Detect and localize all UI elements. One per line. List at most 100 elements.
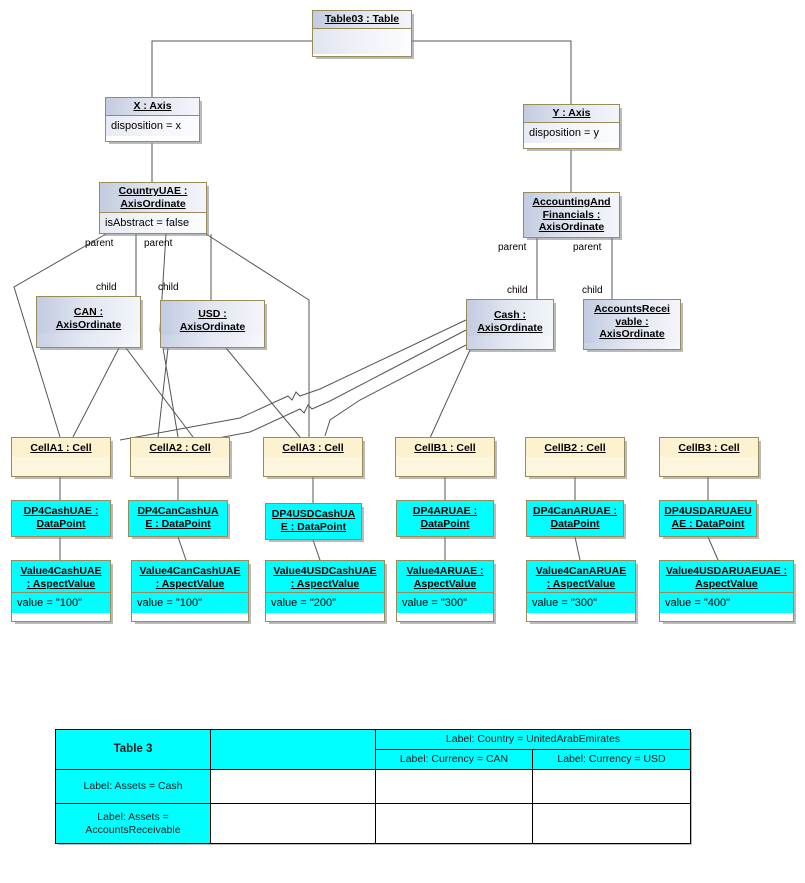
node-avA1-title: Value4CashUAE : AspectValue [12, 561, 110, 592]
node-cellA2-title: CellA2 : Cell [131, 438, 229, 457]
node-dpA2[interactable]: DP4CanCashUA E : DataPoint [128, 500, 228, 537]
edge-cash-cellA3 [324, 344, 467, 437]
node-cash-title: Cash : AxisOrdinate [467, 300, 553, 336]
node-avB2-title: Value4CanARUAE : AspectValue [527, 561, 635, 592]
table-spacer-cell [210, 729, 376, 770]
node-cellB2-body [526, 456, 624, 476]
node-table03-body [313, 27, 411, 54]
node-country-uae-attr: isAbstract = false [100, 212, 206, 233]
node-dpB2-title: DP4CanARUAE : DataPoint [527, 501, 623, 536]
edge-label-parent-cash: parent [498, 242, 527, 253]
table-row-header-accountsreceivable: Label: Assets = AccountsReceivable [55, 803, 211, 844]
edge-label-child-ar: child [582, 285, 603, 296]
table-cell [532, 803, 691, 844]
edge-can-cellA2b [125, 347, 194, 438]
node-dpA3-title: DP4USDCashUA E : DataPoint [266, 504, 361, 539]
node-cellB1-title: CellB1 : Cell [396, 438, 494, 457]
table-cell [375, 769, 533, 804]
node-accounting-financials[interactable]: AccountingAnd Financials : AxisOrdinate [523, 192, 620, 238]
node-avA2-attr: value = "100" [132, 592, 248, 613]
node-accounts-receivable[interactable]: AccountsRecei vable : AxisOrdinate [583, 299, 681, 350]
node-avB1-attr: value = "300" [397, 592, 493, 613]
node-avB3-title: Value4USDARUAEUAE : AspectValue [660, 561, 793, 592]
node-cellB2[interactable]: CellB2 : Cell [525, 437, 625, 477]
edge-label-parent-usd: parent [144, 238, 173, 249]
node-y-axis[interactable]: Y : Axis disposition = y [523, 104, 620, 149]
node-x-axis[interactable]: X : Axis disposition = x [105, 97, 200, 142]
table-cell [210, 769, 376, 804]
node-cash[interactable]: Cash : AxisOrdinate [466, 299, 554, 350]
node-cellB3[interactable]: CellB3 : Cell [659, 437, 759, 477]
node-y-axis-attr: disposition = y [524, 121, 619, 143]
node-cellB2-title: CellB2 : Cell [526, 438, 624, 457]
node-dpA1[interactable]: DP4CashUAE : DataPoint [11, 500, 111, 537]
node-avB3-attr: value = "400" [660, 592, 793, 613]
node-accounts-receivable-title: AccountsRecei vable : AxisOrdinate [584, 300, 680, 343]
table-row-header-cash: Label: Assets = Cash [55, 769, 211, 804]
table-row: Label: Assets = Cash [55, 769, 691, 804]
node-avA2-title: Value4CanCashUAE : AspectValue [132, 561, 248, 592]
node-cellA1-body [12, 456, 110, 476]
node-avB3[interactable]: Value4USDARUAEUAE : AspectValue value = … [659, 560, 794, 622]
node-avB1-title: Value4ARUAE : AspectValue [397, 561, 493, 592]
node-table03[interactable]: Table03 : Table [312, 10, 412, 57]
node-country-uae[interactable]: CountryUAE : AxisOrdinate isAbstract = f… [99, 182, 207, 234]
node-cellA1[interactable]: CellA1 : Cell [11, 437, 111, 477]
node-avA1[interactable]: Value4CashUAE : AspectValue value = "100… [11, 560, 111, 622]
node-x-axis-attr: disposition = x [106, 114, 199, 136]
node-usd-title: USD : AxisOrdinate [161, 301, 264, 335]
edge-label-child-cash: child [507, 285, 528, 296]
node-table03-title: Table03 : Table [313, 11, 411, 28]
node-cellA1-title: CellA1 : Cell [12, 438, 110, 457]
node-avB2[interactable]: Value4CanARUAE : AspectValue value = "30… [526, 560, 636, 622]
table-country-header: Label: Country = UnitedArabEmirates [375, 729, 691, 750]
node-cellB3-title: CellB3 : Cell [660, 438, 758, 457]
node-country-uae-title: CountryUAE : AxisOrdinate [100, 183, 206, 212]
node-avA3-attr: value = "200" [266, 592, 384, 613]
node-dpB2[interactable]: DP4CanARUAE : DataPoint [526, 500, 624, 537]
table-row-header-country: Table 3 Label: Country = UnitedArabEmira… [55, 729, 691, 770]
node-avA3-title: Value4USDCashUAE : AspectValue [266, 561, 384, 592]
node-avA3[interactable]: Value4USDCashUAE : AspectValue value = "… [265, 560, 385, 622]
edge-label-child-can: child [96, 282, 117, 293]
node-cellB1[interactable]: CellB1 : Cell [395, 437, 495, 477]
node-cellA3-body [264, 456, 362, 476]
node-usd[interactable]: USD : AxisOrdinate [160, 300, 265, 348]
node-dpB3[interactable]: DP4USDARUAEU AE : DataPoint [659, 500, 757, 537]
edge-dpB3-avB3 [707, 536, 719, 561]
rendered-table: Table 3 Label: Country = UnitedArabEmira… [55, 729, 691, 844]
edge-cash-cellB1 [429, 349, 471, 439]
node-cellB3-body [660, 456, 758, 476]
node-dpA2-title: DP4CanCashUA E : DataPoint [129, 501, 227, 536]
node-dpB3-title: DP4USDARUAEU AE : DataPoint [660, 501, 756, 536]
table-cell [532, 769, 691, 804]
node-can-title: CAN : AxisOrdinate [37, 297, 140, 333]
node-cellA2-body [131, 456, 229, 476]
node-dpA3[interactable]: DP4USDCashUA E : DataPoint [265, 503, 362, 540]
edge-usd-cellA3 [225, 347, 301, 438]
edge-table-y [412, 40, 572, 104]
node-avA2[interactable]: Value4CanCashUAE : AspectValue value = "… [131, 560, 249, 622]
node-avB2-attr: value = "300" [527, 592, 635, 613]
node-avA1-attr: value = "100" [12, 592, 110, 613]
node-dpA1-title: DP4CashUAE : DataPoint [12, 501, 110, 536]
node-x-axis-title: X : Axis [106, 98, 199, 115]
table-cell [375, 803, 533, 844]
edge-label-parent-can: parent [85, 238, 114, 249]
node-y-axis-title: Y : Axis [524, 105, 619, 122]
edge-usd-cellA2 [157, 347, 169, 438]
node-cellB1-body [396, 456, 494, 476]
node-can[interactable]: CAN : AxisOrdinate [36, 296, 141, 348]
table-cell [210, 803, 376, 844]
node-dpB1[interactable]: DP4ARUAE : DataPoint [396, 500, 494, 537]
edge-can-cellA2 [72, 347, 120, 438]
edge-label-parent-ar: parent [573, 242, 602, 253]
node-dpB1-title: DP4ARUAE : DataPoint [397, 501, 493, 536]
table-title-cell: Table 3 [55, 729, 211, 770]
node-cellA3[interactable]: CellA3 : Cell [263, 437, 363, 477]
edge-dpB2-avB2 [574, 536, 581, 561]
edge-label-child-usd: child [158, 282, 179, 293]
node-avB1[interactable]: Value4ARUAE : AspectValue value = "300" [396, 560, 494, 622]
node-cellA2[interactable]: CellA2 : Cell [130, 437, 230, 477]
table-currency-header-can: Label: Currency = CAN [375, 749, 533, 770]
